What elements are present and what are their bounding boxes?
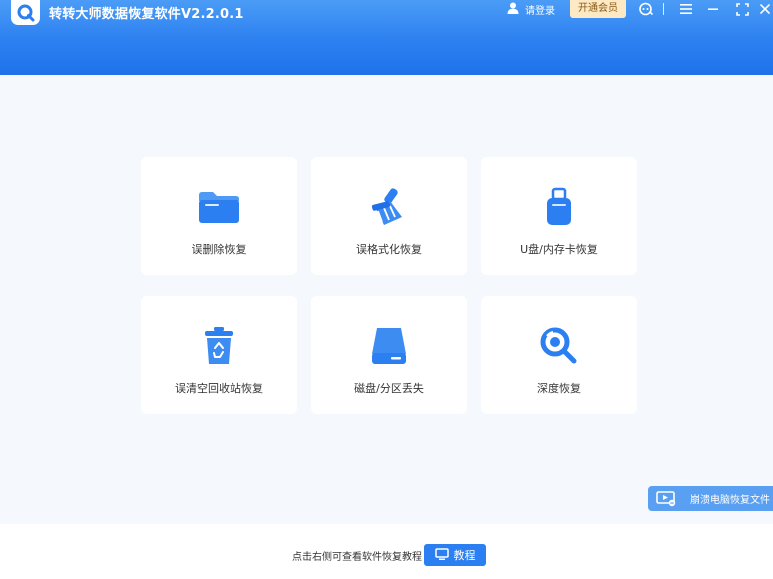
app-title: 转转大师数据恢复软件V2.2.0.1: [49, 7, 244, 22]
folder-icon: [196, 187, 242, 227]
main-content: 误删除恢复 误格式化恢复 U盘/内存卡恢复 误清空回收站恢复 磁盘/分区丢失 深…: [0, 75, 773, 524]
monitor-icon: [656, 490, 676, 507]
vip-button[interactable]: 开通会员: [570, 0, 626, 18]
mode-label: 误删除恢复: [191, 243, 247, 256]
user-icon: [506, 0, 520, 19]
mode-label: 深度恢复: [537, 382, 581, 395]
tutorial-icon: [434, 546, 449, 565]
crash-recovery-badge[interactable]: 崩溃电脑恢复文件: [648, 486, 773, 511]
minimize-icon[interactable]: [705, 2, 721, 16]
mode-label: U盘/内存卡恢复: [520, 243, 598, 256]
tutorial-button[interactable]: 教程: [424, 544, 486, 566]
mode-card-deleted[interactable]: 误删除恢复: [141, 157, 297, 275]
mode-card-formatted[interactable]: 误格式化恢复: [311, 157, 467, 275]
title-bar: 转转大师数据恢复软件V2.2.0.1 请登录 开通会员: [0, 0, 773, 75]
footer: 点击右侧可查看软件恢复教程 教程: [0, 524, 773, 579]
support-icon[interactable]: [637, 2, 653, 16]
hard-disk-icon: [366, 326, 412, 366]
recycle-bin-icon: [196, 326, 242, 366]
tutorial-hint: 点击右侧可查看软件恢复教程: [292, 552, 422, 563]
toolbar-divider: [663, 3, 664, 15]
mode-label: 磁盘/分区丢失: [354, 382, 424, 395]
login-label: 请登录: [525, 5, 555, 17]
mode-label: 误清空回收站恢复: [175, 382, 263, 395]
tutorial-label: 教程: [453, 549, 476, 562]
app-logo-icon: [11, 0, 40, 25]
usb-drive-icon: [536, 187, 582, 227]
mode-label: 误格式化恢复: [356, 243, 422, 256]
mode-card-recycle-bin[interactable]: 误清空回收站恢复: [141, 296, 297, 414]
mode-card-usb[interactable]: U盘/内存卡恢复: [481, 157, 637, 275]
close-icon[interactable]: [757, 2, 773, 16]
mode-card-deep-scan[interactable]: 深度恢复: [481, 296, 637, 414]
crash-recovery-label: 崩溃电脑恢复文件: [690, 495, 770, 506]
login-button[interactable]: 请登录: [506, 0, 555, 18]
maximize-icon[interactable]: [734, 2, 750, 16]
deep-scan-icon: [536, 326, 582, 366]
mode-card-disk[interactable]: 磁盘/分区丢失: [311, 296, 467, 414]
broom-icon: [366, 187, 412, 227]
menu-icon[interactable]: [678, 2, 694, 16]
